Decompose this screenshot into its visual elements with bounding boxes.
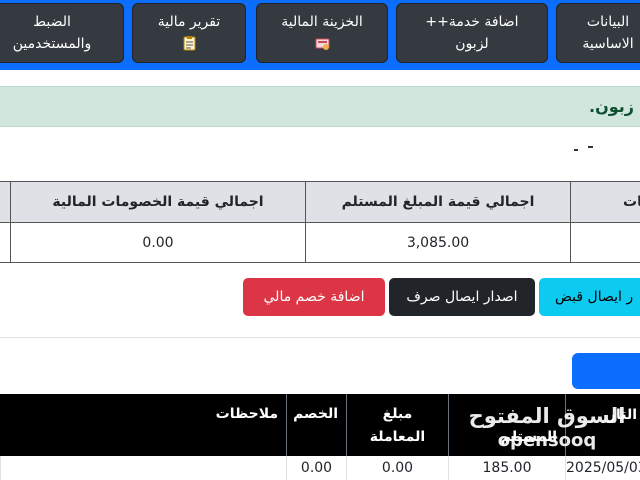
tx-cell-notes xyxy=(0,456,286,480)
nav-settings-line1: الضبط xyxy=(33,14,71,30)
nav-treasury-label: الخزينة المالية xyxy=(281,14,363,30)
tx-cell-amount: 0.00 xyxy=(346,456,448,480)
tx-cell-discount: 0.00 xyxy=(286,456,346,480)
summary-table: مات اجمالي قيمة المبلغ المستلم اجمالي قي… xyxy=(0,181,640,263)
nav-settings-users-button[interactable]: الضبط والمستخدمين xyxy=(0,3,124,63)
tx-header-notes: ملاحظات xyxy=(215,406,278,422)
section-divider xyxy=(0,337,640,338)
summary-header-partial: مات xyxy=(570,181,640,223)
summary-header-discounts: اجمالي قيمة الخصومات المالية xyxy=(10,181,306,223)
tx-header-date: التار xyxy=(565,394,640,456)
cash-register-icon xyxy=(315,36,330,51)
nav-settings-line2: والمستخدمين xyxy=(12,36,92,52)
issue-payment-voucher-button[interactable]: اصدار ايصال صرف xyxy=(389,278,535,316)
summary-value-discounts: 0.00 xyxy=(10,222,306,263)
add-discount-button[interactable]: اضافة خصم مالي xyxy=(243,278,385,316)
nav-add-service-button[interactable]: ++اضافة خدمة لزبون xyxy=(396,3,548,63)
nav-basic-data-button[interactable]: البيانات الاساسية xyxy=(556,3,640,63)
nav-add-service-line2: لزبون xyxy=(455,36,489,52)
summary-header-received: اجمالي قيمة المبلغ المستلم xyxy=(305,181,571,223)
tx-header-discount: الخصم xyxy=(286,394,346,456)
table-row: 2025/05/03 185.00 0.00 0.00 xyxy=(0,456,640,480)
issue-receipt-button[interactable]: ر ايصال قبض xyxy=(539,278,640,316)
nav-basic-data-line1: البيانات xyxy=(586,14,630,30)
tx-cell-date: 2025/05/03 xyxy=(565,456,640,480)
tx-header-amount-line2: المعاملة xyxy=(369,429,426,445)
nav-financial-report-label: تقرير مالية xyxy=(157,14,221,30)
summary-value-received: 3,085.00 xyxy=(305,222,571,263)
summary-header-edge xyxy=(0,181,11,223)
tx-header-amount: مبلغ المعاملة xyxy=(346,394,448,456)
summary-value-edge xyxy=(0,222,11,263)
report-clipboard-icon xyxy=(182,36,197,51)
nav-financial-report-button[interactable]: تقرير مالية xyxy=(132,3,246,63)
nav-basic-data-line2: الاساسية xyxy=(582,36,634,52)
top-navbar: البيانات الاساسية ++اضافة خدمة لزبون الخ… xyxy=(0,0,640,70)
nav-treasury-button[interactable]: الخزينة المالية xyxy=(256,3,388,63)
alert-text: زبون. xyxy=(589,97,634,116)
transactions-table-header: التار المستلم مبلغ المعاملة الخصم ملاحظا… xyxy=(0,394,640,456)
text-fragment-mark xyxy=(574,146,593,151)
summary-value-partial xyxy=(570,222,640,263)
success-alert: زبون. xyxy=(0,86,640,127)
primary-button[interactable] xyxy=(572,353,640,389)
tx-header-amount-line1: مبلغ xyxy=(382,406,413,422)
tx-cell-received: 185.00 xyxy=(448,456,565,480)
tx-header-received: المستلم xyxy=(448,394,565,456)
nav-add-service-line1: ++اضافة خدمة xyxy=(425,14,519,30)
